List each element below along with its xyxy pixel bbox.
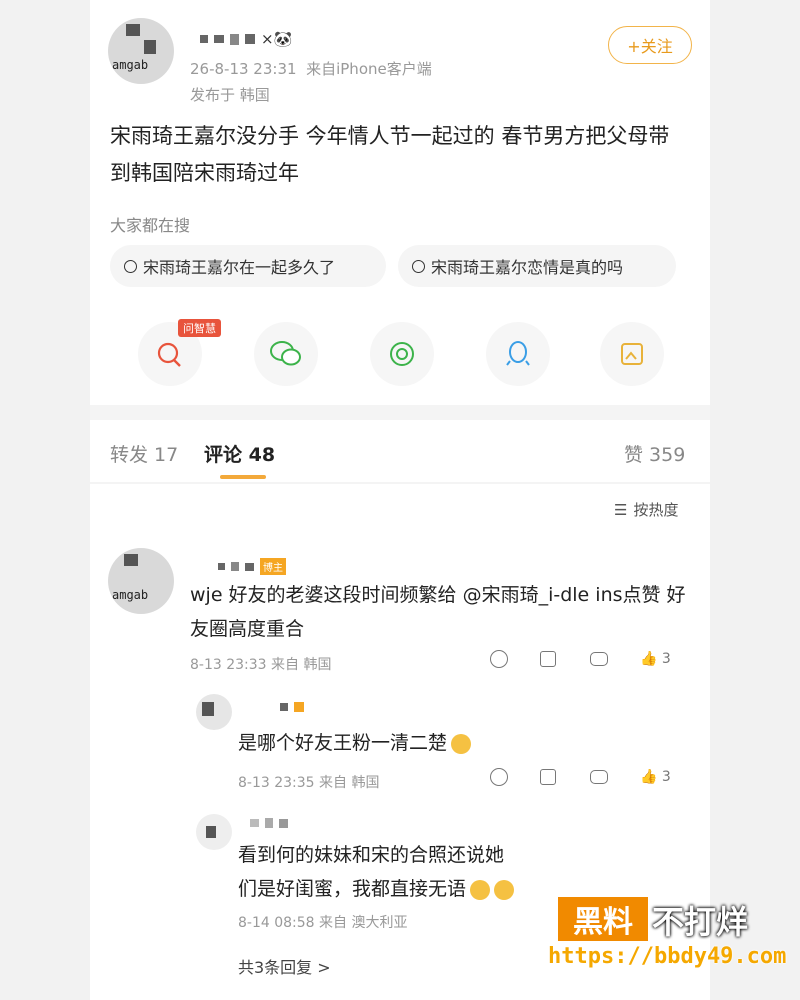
reply-actions: 👍 3	[490, 768, 690, 786]
reply-icon[interactable]	[590, 652, 608, 666]
share-icon[interactable]	[540, 651, 556, 667]
commenter-avatar[interactable]: amgab	[108, 548, 174, 614]
search-chip-label: 宋雨琦王嘉尔在一起多久了	[143, 258, 336, 277]
search-suggestions-title: 大家都在搜	[110, 216, 191, 235]
share-moments-button[interactable]	[370, 322, 434, 386]
post-card: amgab ×🐼 26-8-13 23:31 来自iPhone客户端 发布于 韩…	[90, 0, 710, 405]
tab-likes[interactable]: 赞 359	[624, 440, 685, 467]
avatar-mosaic	[126, 24, 140, 36]
reply-avatar[interactable]	[196, 694, 232, 730]
ai-badge: 问智慧	[178, 319, 221, 337]
avatar-text: amgab	[112, 58, 149, 72]
watermark-url: https://bbdy49.com	[548, 944, 787, 969]
username-suffix: ×🐼	[261, 30, 293, 48]
sort-button[interactable]: ☰ 按热度	[614, 499, 678, 520]
qq-icon	[506, 341, 530, 366]
reply-avatar[interactable]	[196, 814, 232, 850]
reply-text: 看到何的妹妹和宋的合照还说她们是好闺蜜，我都直接无语	[238, 838, 518, 906]
comment-meta: 8-13 23:33 来自 韩国	[190, 657, 332, 673]
search-chip-1[interactable]: 宋雨琦王嘉尔在一起多久了	[110, 245, 386, 287]
angel-emoji-icon	[451, 733, 472, 754]
like-count: 3	[661, 769, 671, 785]
like-button[interactable]: 👍 3	[640, 769, 690, 785]
post-timestamp: 26-8-13 23:31 来自iPhone客户端	[190, 60, 432, 78]
author-badge: 博主	[260, 558, 286, 575]
reply-text: 是哪个好友王粉一清二楚	[238, 726, 472, 760]
doge-emoji-icon	[494, 879, 515, 900]
reply-icon[interactable]	[590, 770, 608, 784]
like-button[interactable]: 👍 3	[640, 651, 690, 667]
save-image-icon	[621, 343, 643, 365]
share-icon[interactable]	[540, 769, 556, 785]
wechat-icon	[270, 341, 301, 366]
search-chip-2[interactable]: 宋雨琦王嘉尔恋情是真的吗	[398, 245, 676, 287]
search-icon	[124, 259, 137, 273]
like-count: 3	[661, 651, 671, 667]
post-source: 来自iPhone客户端	[306, 60, 432, 78]
watermark-text: 不打烊	[652, 903, 749, 941]
tab-comments[interactable]: 评论 48	[204, 440, 275, 467]
reply-name-mosaic[interactable]	[280, 702, 304, 712]
commenter-name-mosaic[interactable]: 博主	[218, 558, 286, 575]
like-icon: 👍	[640, 651, 658, 667]
search-icon	[412, 259, 425, 273]
comment-text: wje 好友的老婆这段时间频繁给 @宋雨琦_i-dle ins点赞 好友圈高度重…	[190, 584, 686, 640]
avatar-text: amgab	[112, 588, 149, 602]
avatar-mosaic	[202, 702, 214, 716]
tab-repost[interactable]: 转发 17	[110, 440, 178, 467]
share-qq-button[interactable]	[486, 322, 550, 386]
doge-emoji-icon	[470, 879, 491, 900]
reply-name-mosaic[interactable]	[250, 818, 288, 828]
more-replies-link[interactable]: 共3条回复 >	[238, 954, 331, 978]
avatar-mosaic	[144, 40, 156, 54]
like-icon: 👍	[640, 769, 658, 785]
post-avatar[interactable]: amgab	[108, 18, 174, 84]
follow-button[interactable]: +关注	[608, 26, 692, 64]
moments-icon	[390, 342, 414, 366]
comment-actions: 👍 3	[490, 650, 690, 668]
ai-search-icon	[157, 342, 181, 367]
post-location: 发布于 韩国	[190, 86, 270, 104]
avatar-mosaic	[206, 826, 216, 838]
sort-icon: ☰	[614, 501, 628, 519]
post-content: 宋雨琦王嘉尔没分手 今年情人节一起过的 春节男方把父母带到韩国陪宋雨琦过年	[110, 124, 670, 185]
watermark-logo: 黑料	[558, 897, 648, 941]
emoji-react-icon[interactable]	[490, 768, 508, 786]
reply-meta: 8-14 08:58 来自 澳大利亚	[238, 915, 408, 931]
username-mosaic[interactable]: ×🐼	[200, 30, 292, 48]
search-chip-label: 宋雨琦王嘉尔恋情是真的吗	[431, 258, 624, 277]
phone-screen: amgab ×🐼 26-8-13 23:31 来自iPhone客户端 发布于 韩…	[90, 0, 710, 1000]
save-image-button[interactable]	[600, 322, 664, 386]
avatar-mosaic	[124, 554, 138, 566]
active-tab-indicator	[220, 475, 266, 479]
share-wechat-button[interactable]	[254, 322, 318, 386]
interaction-tabs: 转发 17 评论 48 赞 359	[90, 420, 710, 482]
emoji-react-icon[interactable]	[490, 650, 508, 668]
reply-meta: 8-13 23:35 来自 韩国	[238, 775, 380, 791]
